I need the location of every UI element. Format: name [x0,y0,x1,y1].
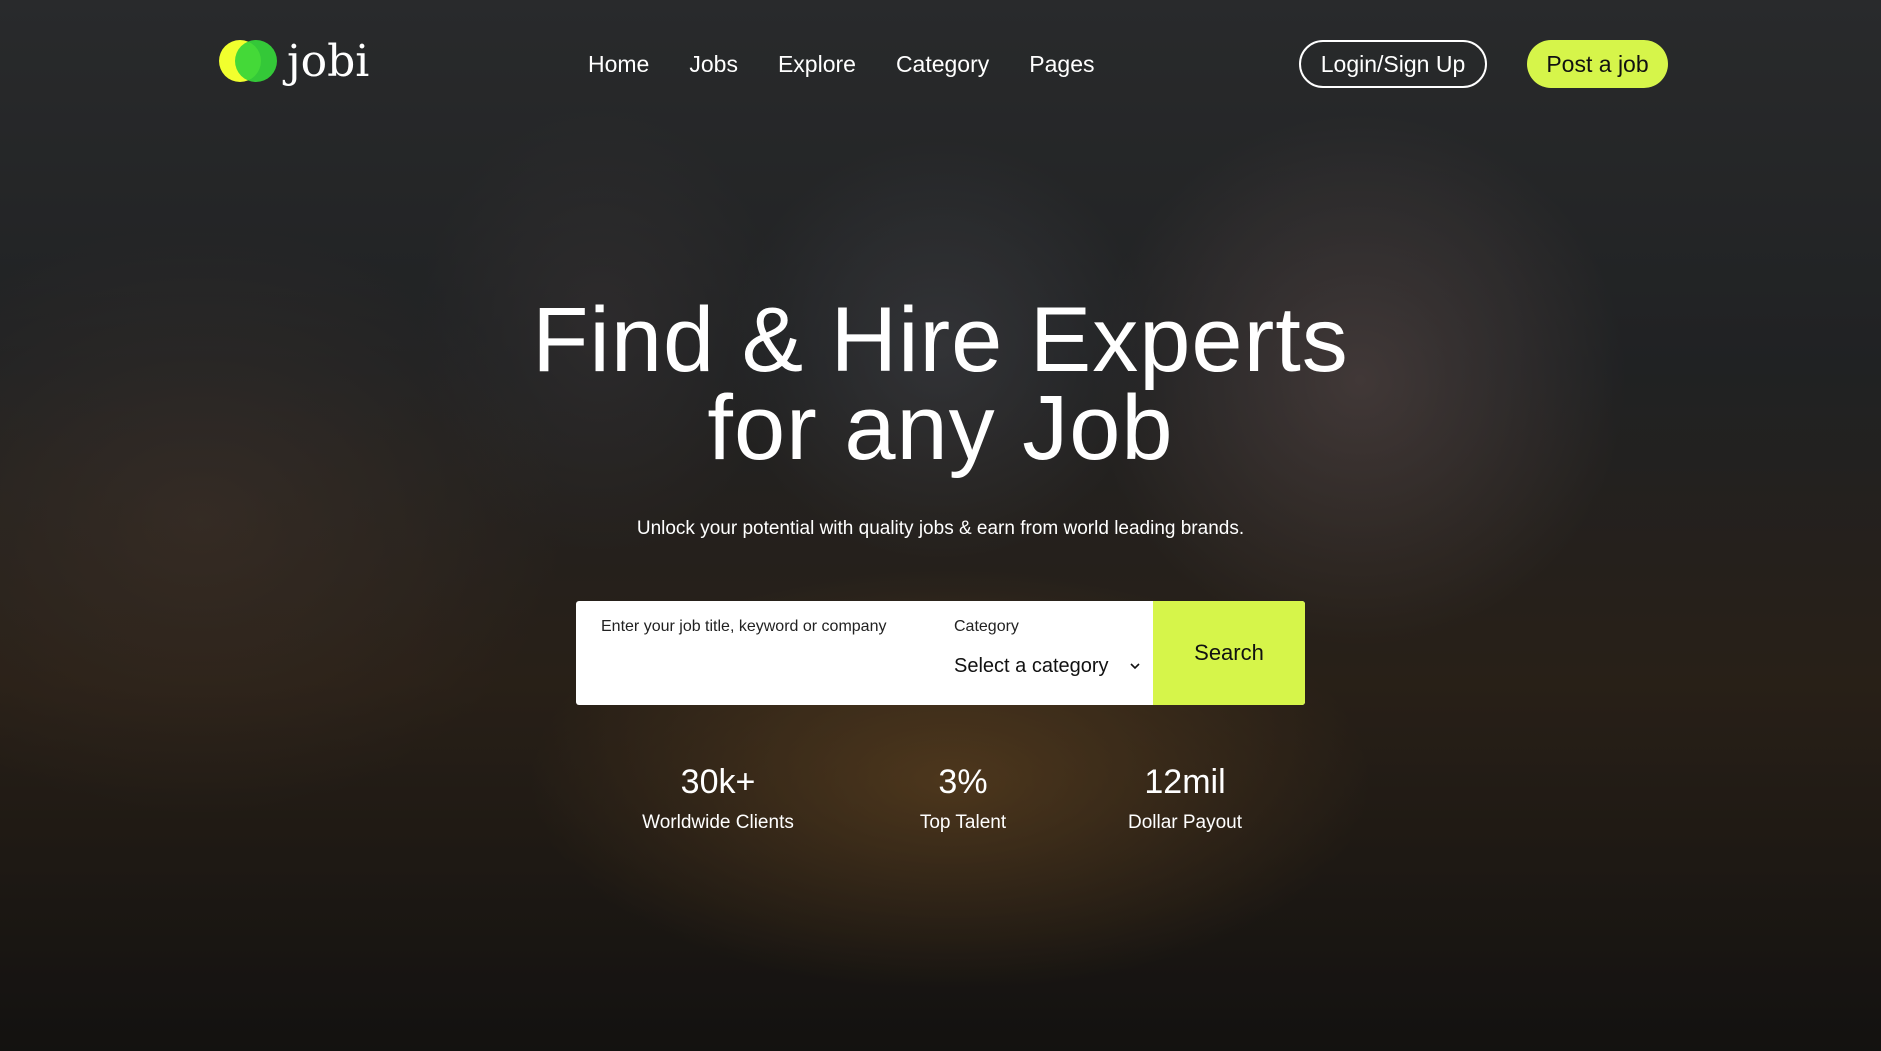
logo[interactable]: jobi [219,40,369,84]
stat-label: Worldwide Clients [642,812,794,833]
logo-text: jobi [287,36,370,87]
nav-item-explore[interactable]: Explore [778,48,856,80]
category-label: Category [954,618,1019,635]
stat-value: 30k+ [680,763,756,801]
stat-value: 12mil [1144,763,1226,801]
login-signup-button[interactable]: Login/Sign Up [1299,40,1487,88]
nav-item-category[interactable]: Category [896,48,989,80]
stat-label: Top Talent [919,812,1007,833]
post-job-button[interactable]: Post a job [1527,40,1668,88]
stat-dollar-payout: 12mil Dollar Payout [1075,762,1295,836]
hero-section: jobi Home Jobs Explore Category Pages Lo… [0,0,1881,1051]
chevron-down-icon [1130,663,1140,670]
nav-item-pages[interactable]: Pages [1029,48,1094,80]
stat-label: Dollar Payout [1127,812,1243,833]
stat-value: 3% [938,763,988,801]
category-field: Category Select a category [954,601,1159,705]
logo-mark-icon [219,40,277,84]
headline-line-1: Find & Hire Experts [532,289,1349,391]
nav-item-jobs[interactable]: Jobs [689,48,738,80]
keyword-field[interactable]: Enter your job title, keyword or company [576,601,934,705]
main-nav: Home Jobs Explore Category Pages [588,48,1094,80]
keyword-label: Enter your job title, keyword or company [601,618,887,635]
hero-subtitle: Unlock your potential with quality jobs … [636,518,1245,539]
hero-headline: Find & Hire Experts for any Job [0,289,1881,479]
headline-line-2: for any Job [707,377,1174,479]
stat-worldwide-clients: 30k+ Worldwide Clients [608,762,828,836]
search-button[interactable]: Search [1153,601,1305,705]
job-search-form: Enter your job title, keyword or company… [576,601,1305,705]
site-header: jobi Home Jobs Explore Category Pages Lo… [0,0,1881,130]
keyword-input[interactable] [601,647,921,683]
nav-item-home[interactable]: Home [588,48,649,80]
category-select[interactable]: Select a category [954,651,1144,681]
stat-top-talent: 3% Top Talent [853,762,1073,836]
category-selected-value: Select a category [954,654,1109,677]
